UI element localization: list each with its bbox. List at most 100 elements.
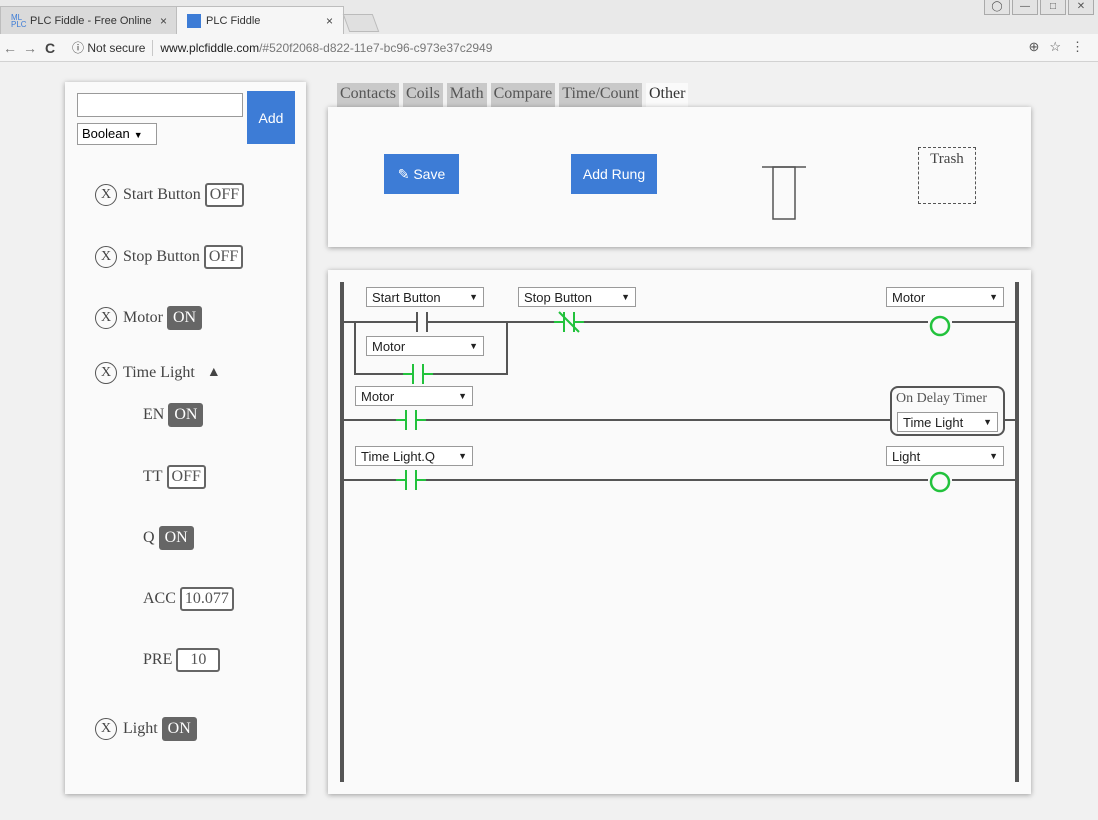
browser-tab-plcfiddle[interactable]: PLC Fiddle × [176,6,344,34]
field-value[interactable]: 10.077 [179,587,234,611]
selected-tag: Light [892,448,921,464]
zoom-icon[interactable]: ⊕ [1028,39,1039,55]
timer-tag-select[interactable]: Time Light ▼ [897,412,998,432]
forward-icon[interactable]: → [20,40,40,56]
timer-field-en: EN ON [143,402,204,428]
field-label: Q [143,529,155,546]
chevron-down-icon: ▼ [983,417,992,427]
contact-gap [406,412,416,428]
timer-field-pre: PRE 10 [143,647,221,673]
url-host: www.plcfiddle.com [160,40,260,55]
tag-value-toggle[interactable]: OFF [204,183,245,207]
tab-coils[interactable]: Coils [403,83,443,107]
security-indicator[interactable]: ⓘ Not secure [72,39,145,56]
pencil-icon: ✎ [397,165,410,182]
security-label: Not secure [87,41,146,55]
plc-favicon [187,13,201,28]
tag-value-toggle[interactable]: ON [167,306,203,330]
selected-tag: Start Button [372,289,441,305]
save-button[interactable]: ✎ Save [384,154,459,194]
tag-name: Light [123,720,158,737]
add-rung-button[interactable]: Add Rung [571,154,657,194]
reload-icon[interactable]: C [40,40,60,56]
tab-compare[interactable]: Compare [490,83,556,107]
back-icon[interactable]: ← [0,40,20,56]
rung-1-branch-contact-select[interactable]: Motor ▼ [366,336,484,356]
branch-tool-icon[interactable] [760,161,808,221]
chevron-down-icon: ▼ [989,292,998,302]
selected-tag: Motor [372,338,406,354]
tag-value-toggle[interactable]: ON [161,717,197,741]
window-controls: ◯ — □ ✕ [984,0,1094,15]
selected-tag: Motor [361,388,395,404]
chevron-down-icon: ▼ [458,451,467,461]
timer-field-acc: ACC 10.077 [143,586,234,612]
new-tab-button[interactable] [342,14,380,32]
motor-coil [929,315,951,337]
field-label: EN [143,406,165,423]
field-value[interactable]: ON [158,526,194,550]
tag-row-stop-button: X Stop Button OFF [95,244,244,270]
selected-tag: Motor [892,289,926,305]
tab-time-count[interactable]: Time/Count [559,83,642,107]
tag-row-time-light: X Time Light ▲ [95,360,221,386]
field-value[interactable]: 10 [176,648,221,672]
address-bar: ← → C ⓘ Not secure www.plcfiddle.com/#52… [0,34,1098,62]
field-label: TT [143,468,163,485]
close-tab-icon[interactable]: × [326,14,333,28]
tab-title: PLC Fiddle - Free Online [30,14,152,27]
rung-1-contact-2-select[interactable]: Stop Button ▼ [518,287,636,307]
remove-tag-icon[interactable]: X [95,362,117,384]
star-icon[interactable]: ☆ [1049,39,1061,55]
tab-contacts[interactable]: Contacts [337,83,399,107]
collapse-triangle-icon[interactable]: ▲ [207,365,221,381]
selected-tag: Time Light.Q [361,448,435,464]
plc-favicon: ML PLC [11,12,27,29]
field-value[interactable]: OFF [166,465,206,489]
tab-other[interactable]: Other [646,83,689,107]
tag-type-select[interactable]: Boolean ▼ [77,123,157,145]
on-delay-timer-block[interactable]: On Delay Timer Time Light ▼ [890,386,1005,436]
url-field[interactable]: www.plcfiddle.com/#520f2068-d822-11e7-bc… [160,41,492,55]
chevron-down-icon: ▼ [989,451,998,461]
browser-tabstrip: ML PLC PLC Fiddle - Free Online × PLC Fid… [0,0,1098,34]
trash-drop-zone[interactable]: Trash [918,147,976,204]
remove-tag-icon[interactable]: X [95,184,117,206]
remove-tag-icon[interactable]: X [95,307,117,329]
tag-name: Stop Button [123,248,200,265]
close-window-icon[interactable]: ✕ [1068,0,1094,15]
rung-3-coil-select[interactable]: Light ▼ [886,446,1004,466]
tag-row-light: X Light ON [95,716,197,742]
divider [152,39,154,56]
tag-name: Start Button [123,186,201,203]
rung-2-contact-select[interactable]: Motor ▼ [355,386,473,406]
minimize-icon[interactable]: — [1012,0,1038,15]
remove-tag-icon[interactable]: X [95,246,117,268]
tag-name: Motor [123,309,163,326]
rung-3-contact-select[interactable]: Time Light.Q ▼ [355,446,473,466]
light-coil [929,471,951,493]
browser-tab-plcfiddle-free[interactable]: ML PLC PLC Fiddle - Free Online × [0,6,178,34]
tag-row-start-button: X Start Button OFF [95,182,245,208]
maximize-icon[interactable]: □ [1040,0,1066,15]
contact-gap [413,366,423,382]
selected-tag: Stop Button [524,289,592,305]
field-label: ACC [143,590,176,607]
menu-icon[interactable]: ⋮ [1071,39,1084,55]
add-tag-button[interactable]: Add [247,91,295,144]
new-tag-input[interactable] [77,93,243,117]
tab-math[interactable]: Math [446,83,487,107]
selected-tag: Time Light [903,414,964,430]
tag-value-toggle[interactable]: OFF [203,245,244,269]
timer-field-tt: TT OFF [143,464,206,490]
rung-1-contact-1-select[interactable]: Start Button ▼ [366,287,484,307]
save-label: Save [413,165,446,182]
field-label: PRE [143,651,173,668]
close-tab-icon[interactable]: × [160,14,167,28]
remove-tag-icon[interactable]: X [95,718,117,740]
user-icon[interactable]: ◯ [984,0,1010,15]
rung-1-coil-select[interactable]: Motor ▼ [886,287,1004,307]
chevron-down-icon: ▼ [621,292,630,302]
info-icon: ⓘ [72,41,85,55]
field-value[interactable]: ON [168,403,204,427]
